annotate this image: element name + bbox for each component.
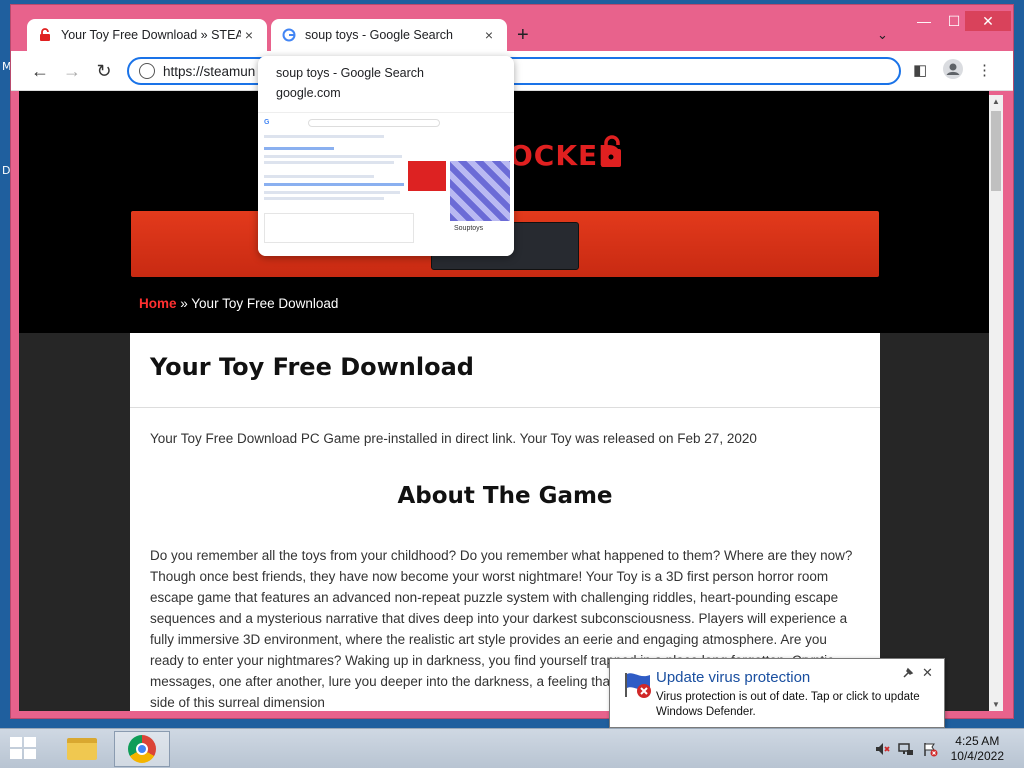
- address-bar-url: https://steamun: [163, 63, 256, 79]
- scrollbar-thumb[interactable]: [991, 111, 1001, 191]
- tab-hover-card: soup toys - Google Search google.com G S…: [258, 56, 514, 256]
- tab-your-toy[interactable]: Your Toy Free Download » STEAM ×: [27, 19, 267, 51]
- windows-start-icon[interactable]: [10, 737, 38, 761]
- preview-line: [264, 197, 384, 200]
- google-favicon-icon: [281, 27, 297, 43]
- tab-title: soup toys - Google Search: [305, 28, 453, 42]
- scroll-down-icon[interactable]: ▼: [989, 700, 1003, 709]
- warning-flag-icon: [622, 669, 652, 699]
- volume-muted-icon[interactable]: [874, 741, 890, 757]
- google-logo-icon: G: [264, 119, 270, 126]
- preview-line: [264, 135, 384, 138]
- notification-message: Virus protection is out of date. Tap or …: [656, 691, 920, 718]
- title-divider: [130, 407, 880, 408]
- hover-card-domain: google.com: [276, 86, 341, 100]
- breadcrumb: Home » Your Toy Free Download: [139, 296, 338, 311]
- taskbar: 4:25 AM 10/4/2022: [0, 728, 1024, 768]
- preview-line: [264, 191, 400, 194]
- forward-button[interactable]: →: [61, 60, 83, 82]
- page-scrollbar[interactable]: ▲ ▼: [989, 95, 1003, 711]
- file-explorer-taskbar-button[interactable]: [54, 731, 110, 767]
- scroll-up-icon[interactable]: ▲: [989, 97, 1003, 106]
- new-tab-button[interactable]: +: [517, 25, 529, 45]
- lock-favicon-icon: [37, 27, 53, 43]
- preview-caption: Souptoys: [454, 225, 484, 232]
- reading-mode-icon[interactable]: ◧: [913, 61, 927, 79]
- chrome-icon: [128, 735, 156, 763]
- tab-soup-toys[interactable]: soup toys - Google Search ×: [271, 19, 507, 51]
- article-intro: Your Toy Free Download PC Game pre-insta…: [150, 431, 757, 446]
- action-center-flag-icon[interactable]: [922, 741, 938, 757]
- page-title: Your Toy Free Download: [150, 353, 474, 381]
- tab-search-chevron-icon[interactable]: ⌄: [877, 27, 888, 43]
- breadcrumb-home-link[interactable]: Home: [139, 296, 177, 311]
- tab-strip: Your Toy Free Download » STEAM × soup to…: [11, 5, 1013, 51]
- clock-date: 10/4/2022: [950, 749, 1004, 763]
- notification-title: Update virus protection: [656, 669, 811, 686]
- clock-time: 4:25 AM: [955, 734, 1000, 748]
- notification-settings-icon[interactable]: [902, 667, 914, 682]
- system-clock[interactable]: 4:25 AM 10/4/2022: [951, 734, 1004, 764]
- close-window-button[interactable]: ✕: [965, 11, 1011, 31]
- section-heading: About The Game: [397, 483, 613, 509]
- preview-people-also-search: [264, 213, 414, 243]
- article-content: Your Toy Free Download Your Toy Free Dow…: [130, 333, 880, 711]
- preview-line: [264, 183, 404, 186]
- network-icon[interactable]: [898, 741, 914, 757]
- preview-line: [264, 175, 374, 178]
- preview-line: [264, 147, 334, 150]
- minimize-button[interactable]: —: [909, 11, 939, 31]
- address-bar[interactable]: https://steamun: [127, 57, 901, 85]
- reload-button[interactable]: ↻: [93, 60, 115, 82]
- padlock-logo-icon: [599, 135, 625, 174]
- breadcrumb-separator: »: [176, 296, 192, 311]
- tab-title: Your Toy Free Download » STEAM: [61, 28, 241, 42]
- preview-image: [408, 161, 446, 191]
- globe-icon: [139, 63, 155, 79]
- tab-close-icon[interactable]: ×: [481, 27, 497, 43]
- preview-line: [264, 161, 394, 164]
- preview-search-box: [308, 119, 440, 127]
- back-button[interactable]: ←: [29, 60, 51, 82]
- profile-avatar-icon[interactable]: [943, 59, 963, 83]
- preview-line: [264, 155, 402, 158]
- chrome-menu-icon[interactable]: ⋮: [977, 61, 992, 79]
- folder-icon: [67, 738, 97, 760]
- tab-close-icon[interactable]: ×: [241, 27, 257, 43]
- preview-image: [450, 161, 510, 221]
- hover-card-preview: G Souptoys: [258, 112, 514, 256]
- notification-close-icon[interactable]: ✕: [922, 665, 933, 681]
- chrome-taskbar-button[interactable]: [114, 731, 170, 767]
- breadcrumb-current: Your Toy Free Download: [191, 296, 339, 311]
- defender-notification[interactable]: Update virus protection Virus protection…: [609, 658, 945, 728]
- hover-card-title: soup toys - Google Search: [276, 66, 424, 80]
